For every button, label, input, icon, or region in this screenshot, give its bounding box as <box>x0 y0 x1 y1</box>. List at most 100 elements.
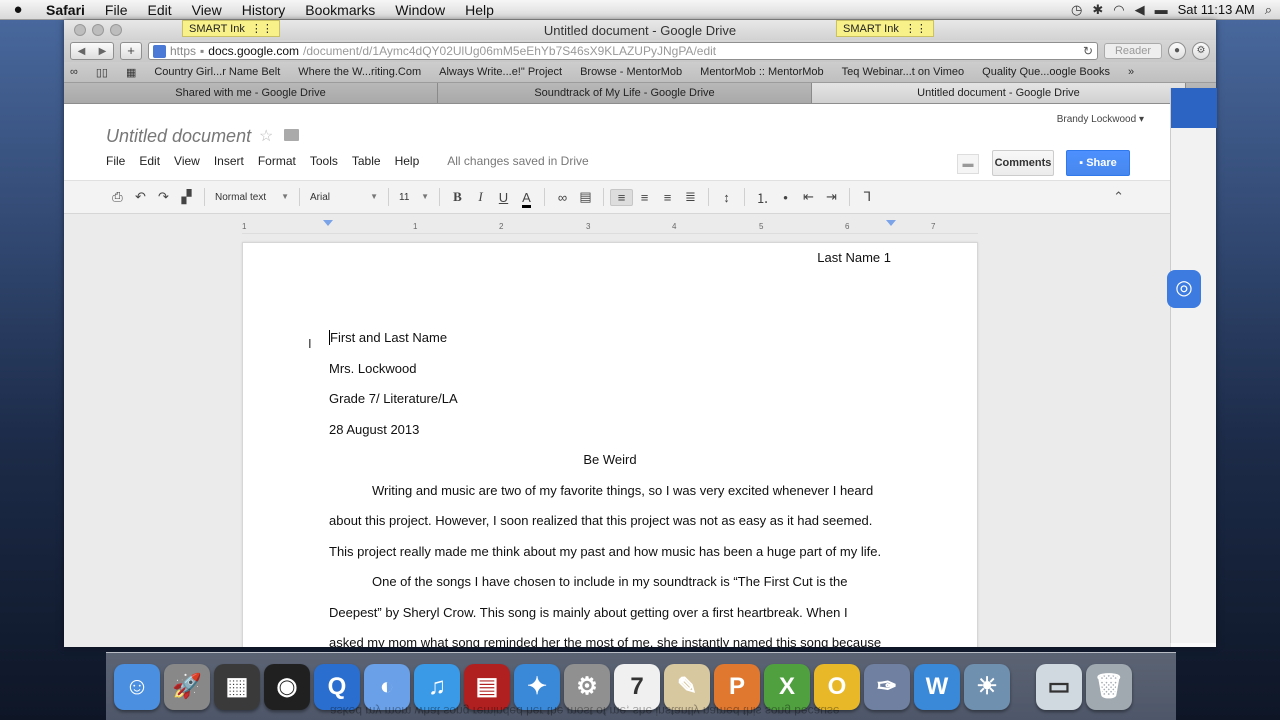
dashboard-icon[interactable]: ▦ <box>214 663 260 710</box>
trash-icon[interactable]: 🗑 <box>1086 663 1132 710</box>
apple-menu-icon[interactable]: ● <box>0 1 36 18</box>
docs-menu-help[interactable]: Help <box>395 154 420 168</box>
volume-icon[interactable]: ◀ <box>1135 2 1145 18</box>
zoom-window-button[interactable] <box>110 24 122 36</box>
wifi-icon[interactable]: ◠ <box>1113 2 1124 18</box>
comment-bubble-icon[interactable]: ▬ <box>957 154 979 174</box>
close-window-button[interactable] <box>74 24 86 36</box>
bookmark-item[interactable]: Browse - MentorMob <box>580 66 682 78</box>
document-canvas[interactable]: 1 1 2 3 4 5 6 7 Last Name 1 I First and … <box>64 214 1170 647</box>
flag-icon[interactable]: ▬ <box>1155 2 1168 17</box>
doc-line-date[interactable]: 28 August 2013 <box>329 422 419 437</box>
doc-line-class[interactable]: Grade 7/ Literature/LA <box>329 391 458 406</box>
doc-line-teacher[interactable]: Mrs. Lockwood <box>329 361 416 376</box>
tab-untitled-document[interactable]: Untitled document - Google Drive <box>812 83 1186 103</box>
smart-ink-toolbar-left[interactable]: SMART Ink ⋮⋮ <box>182 20 280 37</box>
back-arrow-icon[interactable]: ◀ <box>78 46 86 57</box>
spotlight-icon[interactable]: ⌕ <box>1265 2 1272 18</box>
preview-icon[interactable]: ✎ <box>664 663 710 710</box>
numbered-list-icon[interactable]: ⒈ <box>751 188 774 207</box>
background-window[interactable]: ◎ <box>1167 88 1217 643</box>
menu-help[interactable]: Help <box>455 2 504 18</box>
word-icon[interactable]: W <box>914 663 960 710</box>
bookmarks-book-icon[interactable]: ▯▯ <box>96 66 108 79</box>
calendar-icon[interactable]: 7 <box>614 663 660 710</box>
doc-paragraph-line[interactable]: asked my mom what song reminded her the … <box>329 635 881 647</box>
photo-icon[interactable]: ▤ <box>464 663 510 710</box>
docs-menu-format[interactable]: Format <box>258 154 296 168</box>
iphoto-icon[interactable]: ☀ <box>964 663 1010 710</box>
reader-button[interactable]: Reader <box>1104 43 1162 59</box>
italic-button[interactable]: I <box>469 189 492 205</box>
clear-formatting-icon[interactable]: Ꞁ <box>856 189 879 205</box>
doc-title-line[interactable]: Be Weird <box>243 452 977 467</box>
bold-button[interactable]: B <box>446 189 469 205</box>
user-account[interactable]: Brandy Lockwood ▾ <box>1057 114 1144 125</box>
forward-arrow-icon[interactable]: ▶ <box>99 46 107 57</box>
doc-line-name[interactable]: First and Last Name <box>329 330 447 345</box>
underline-button[interactable]: U <box>492 190 515 205</box>
doc-paragraph-line[interactable]: Writing and music are two of my favorite… <box>372 483 873 498</box>
doc-paragraph-line[interactable]: Deepest” by Sheryl Crow. This song is ma… <box>329 605 848 620</box>
finder-icon[interactable]: ☺ <box>114 663 160 710</box>
background-app-icon[interactable]: ◎ <box>1167 270 1201 308</box>
tab-soundtrack[interactable]: Soundtrack of My Life - Google Drive <box>438 83 812 103</box>
outlook-icon[interactable]: O <box>814 663 860 710</box>
document-title[interactable]: Untitled document <box>106 126 251 147</box>
folder-icon[interactable] <box>284 129 299 141</box>
docs-menu-insert[interactable]: Insert <box>214 154 244 168</box>
bluetooth-icon[interactable]: ✱ <box>1092 2 1103 18</box>
download-button[interactable]: ● <box>1168 42 1186 60</box>
top-sites-icon[interactable]: ▦ <box>126 66 136 79</box>
back-forward-buttons[interactable]: ◀ ▶ <box>70 42 114 60</box>
powerpoint-icon[interactable]: P <box>714 663 760 710</box>
comments-button[interactable]: Comments <box>992 150 1054 176</box>
docs-menu-tools[interactable]: Tools <box>310 154 338 168</box>
document-page[interactable]: Last Name 1 I First and Last Name Mrs. L… <box>242 242 978 647</box>
redo-icon[interactable]: ↷ <box>152 189 175 205</box>
photo-booth-icon[interactable]: ◉ <box>264 663 310 710</box>
script-editor-icon[interactable]: ✑ <box>864 663 910 710</box>
bookmark-item[interactable]: Country Girl...r Name Belt <box>154 66 280 78</box>
bookmark-item[interactable]: Quality Que...oogle Books <box>982 66 1110 78</box>
system-preferences-icon[interactable]: ⚙ <box>564 663 610 710</box>
time-machine-icon[interactable]: ◷ <box>1071 2 1082 18</box>
ruler[interactable]: 1 1 2 3 4 5 6 7 <box>242 220 978 234</box>
menu-edit[interactable]: Edit <box>137 2 181 18</box>
facetime-icon[interactable]: ◐ <box>364 663 410 710</box>
indent-marker-icon[interactable] <box>323 220 333 226</box>
menu-bookmarks[interactable]: Bookmarks <box>295 2 385 18</box>
docs-menu-edit[interactable]: Edit <box>139 154 160 168</box>
bookmark-item[interactable]: Teq Webinar...t on Vimeo <box>842 66 965 78</box>
justify-icon[interactable]: ≣ <box>679 189 702 205</box>
undo-icon[interactable]: ↶ <box>129 189 152 205</box>
right-margin-marker-icon[interactable] <box>886 220 896 226</box>
bulleted-list-icon[interactable]: • <box>774 190 797 205</box>
reading-list-icon[interactable]: ∞ <box>70 66 78 78</box>
decrease-indent-icon[interactable]: ⇤ <box>797 189 820 205</box>
smart-ink-toolbar-right[interactable]: SMART Ink ⋮⋮ <box>836 20 934 37</box>
doc-paragraph-line[interactable]: about this project. However, I soon real… <box>329 513 872 528</box>
menu-view[interactable]: View <box>182 2 232 18</box>
paragraph-style-dropdown[interactable]: Normal text ▼ <box>211 192 293 203</box>
star-icon[interactable]: ☆ <box>259 126 273 146</box>
launchpad-icon[interactable]: 🚀 <box>164 663 210 710</box>
font-dropdown[interactable]: Arial ▼ <box>306 192 382 203</box>
align-center-icon[interactable]: ≡ <box>633 190 656 205</box>
align-right-icon[interactable]: ≡ <box>656 190 679 205</box>
menu-history[interactable]: History <box>232 2 296 18</box>
reload-icon[interactable]: ↻ <box>1083 44 1093 58</box>
menu-file[interactable]: File <box>95 2 138 18</box>
link-icon[interactable]: ∞ <box>551 190 574 205</box>
paint-format-icon[interactable]: ▞ <box>175 189 198 205</box>
collapse-chevron-icon[interactable]: ⌃ <box>1113 189 1124 205</box>
docs-menu-view[interactable]: View <box>174 154 200 168</box>
text-color-button[interactable]: A <box>515 189 538 208</box>
menu-window[interactable]: Window <box>385 2 455 18</box>
docs-menu-file[interactable]: File <box>106 154 125 168</box>
page-header[interactable]: Last Name 1 <box>817 250 891 265</box>
doc-paragraph-line[interactable]: This project really made me think about … <box>329 544 881 559</box>
more-bookmarks-icon[interactable]: » <box>1128 66 1134 78</box>
safari-icon[interactable]: ✦ <box>514 663 560 710</box>
bookmark-item[interactable]: MentorMob :: MentorMob <box>700 66 824 78</box>
